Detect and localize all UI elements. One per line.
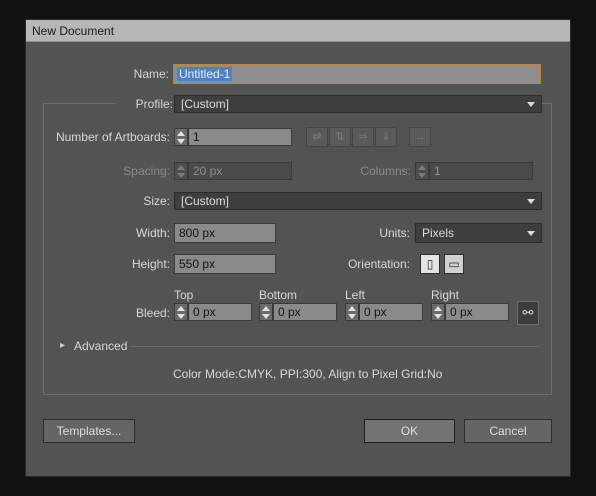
units-label: Units:: [379, 226, 410, 240]
chevron-down-icon: [527, 231, 535, 236]
title-bar: New Document: [26, 20, 570, 42]
cancel-button[interactable]: Cancel: [464, 419, 552, 443]
bleed-left-label: Left: [345, 288, 366, 302]
height-label: Height:: [131, 257, 170, 271]
arrow-up-icon: [177, 306, 185, 311]
arrow-up-icon: [434, 306, 442, 311]
bleed-left-input[interactable]: 0 px: [359, 303, 423, 321]
size-value: [Custom]: [181, 194, 230, 208]
size-label: Size:: [143, 194, 170, 208]
arrow-up-icon: [177, 165, 185, 170]
arrow-down-icon: [262, 314, 270, 319]
name-input-value: Untitled-1: [177, 67, 233, 81]
size-dropdown[interactable]: [Custom]: [174, 192, 542, 210]
dialog-title: New Document: [32, 24, 115, 38]
units-dropdown[interactable]: Pixels: [415, 223, 542, 243]
chevron-down-icon: [527, 199, 535, 204]
bleed-top-label: Top: [174, 288, 194, 302]
profile-dropdown[interactable]: [Custom]: [174, 95, 542, 113]
chevron-down-icon: [527, 102, 535, 107]
arrow-up-icon: [348, 306, 356, 311]
grid-by-row-icon[interactable]: ⇄: [306, 127, 328, 147]
grid-by-column-icon[interactable]: ⇅: [329, 127, 351, 147]
bleed-top-input[interactable]: 0 px: [188, 303, 252, 321]
disclosure-triangle-icon[interactable]: ▸: [60, 340, 65, 351]
columns-input[interactable]: 1: [429, 162, 533, 180]
bleed-left-stepper[interactable]: [345, 303, 359, 321]
new-document-dialog: New Document Name: Untitled-1 Profile: […: [25, 19, 571, 477]
ok-button[interactable]: OK: [364, 419, 455, 443]
spacing-label: Spacing:: [123, 164, 170, 178]
width-input[interactable]: 800 px: [174, 223, 276, 243]
arrow-down-icon: [434, 314, 442, 319]
bleed-right-label: Right: [431, 288, 460, 302]
arrow-up-icon: [262, 306, 270, 311]
arrow-down-icon: [418, 173, 426, 178]
name-input[interactable]: Untitled-1: [173, 64, 541, 84]
columns-stepper[interactable]: [415, 162, 429, 180]
bleed-bottom-input[interactable]: 0 px: [273, 303, 337, 321]
arrange-by-row-icon[interactable]: ⇒: [352, 127, 374, 147]
artboards-label: Number of Artboards:: [55, 130, 170, 144]
arrange-by-column-icon[interactable]: ⇓: [375, 127, 397, 147]
artboards-input[interactable]: 1: [188, 128, 292, 146]
bleed-right-input[interactable]: 0 px: [445, 303, 509, 321]
profile-label: Profile:: [116, 97, 173, 111]
height-input[interactable]: 550 px: [174, 254, 276, 274]
bleed-label: Bleed:: [135, 306, 170, 320]
templates-button[interactable]: Templates...: [43, 419, 135, 443]
document-summary: Color Mode:CMYK, PPI:300, Align to Pixel…: [173, 367, 443, 381]
arrow-down-icon: [177, 173, 185, 178]
arrow-up-icon: [177, 131, 185, 136]
link-bleed-icon[interactable]: ⚯: [517, 301, 539, 325]
units-value: Pixels: [422, 226, 455, 240]
artboards-stepper[interactable]: [174, 128, 188, 146]
advanced-toggle[interactable]: Advanced: [74, 339, 127, 353]
name-label: Name:: [133, 67, 169, 81]
landscape-orientation-icon[interactable]: ▭: [444, 254, 464, 274]
advanced-divider: [130, 346, 540, 347]
bleed-right-stepper[interactable]: [431, 303, 445, 321]
width-label: Width:: [135, 226, 170, 240]
spacing-stepper[interactable]: [174, 162, 188, 180]
arrow-down-icon: [177, 314, 185, 319]
bleed-top-stepper[interactable]: [174, 303, 188, 321]
arrow-up-icon: [418, 165, 426, 170]
bleed-bottom-stepper[interactable]: [259, 303, 273, 321]
layout-direction-icon[interactable]: →: [409, 127, 431, 147]
bleed-bottom-label: Bottom: [259, 288, 298, 302]
portrait-orientation-icon[interactable]: ▯: [420, 254, 440, 274]
spacing-input[interactable]: 20 px: [188, 162, 292, 180]
orientation-label: Orientation:: [347, 257, 410, 271]
arrow-down-icon: [348, 314, 356, 319]
columns-label: Columns:: [360, 164, 411, 178]
arrow-down-icon: [177, 139, 185, 144]
profile-value: [Custom]: [181, 97, 230, 111]
